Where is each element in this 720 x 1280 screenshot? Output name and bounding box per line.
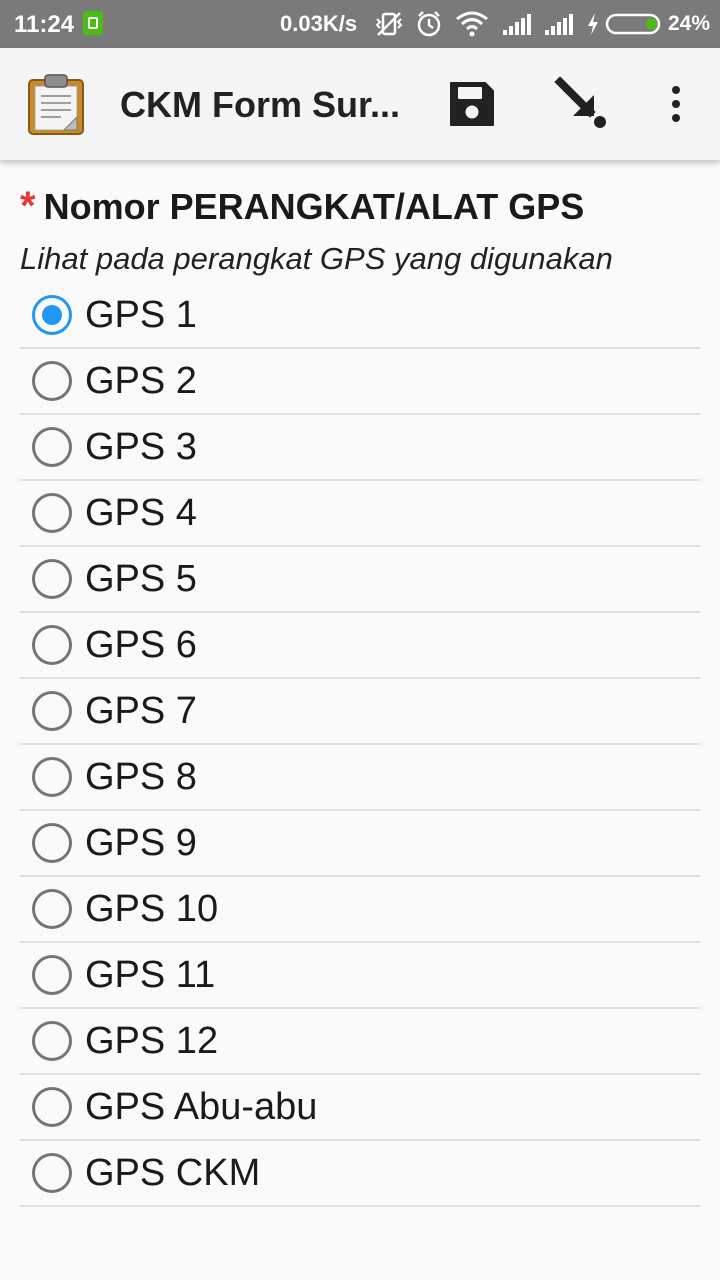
option-label: GPS 7 xyxy=(85,689,197,732)
option-label: GPS 2 xyxy=(85,359,197,402)
radio-option[interactable]: GPS 5 xyxy=(20,547,700,613)
charging-icon xyxy=(584,10,602,38)
option-label: GPS 10 xyxy=(85,887,219,930)
form-content: * Nomor PERANGKAT/ALAT GPS Lihat pada per… xyxy=(20,160,700,1207)
radio-button[interactable] xyxy=(32,361,72,401)
radio-button[interactable] xyxy=(32,889,72,929)
option-label: GPS CKM xyxy=(85,1151,261,1194)
radio-option[interactable]: GPS 9 xyxy=(20,811,700,877)
radio-option[interactable]: GPS Abu-abu xyxy=(20,1075,700,1141)
battery-icon xyxy=(604,10,664,38)
option-label: GPS 8 xyxy=(85,755,197,798)
save-icon[interactable] xyxy=(442,74,502,134)
radio-option[interactable]: GPS 11 xyxy=(20,943,700,1009)
network-speed: 0.03K/s xyxy=(280,11,358,36)
radio-button[interactable] xyxy=(32,691,72,731)
wifi-icon xyxy=(454,10,490,38)
vibrate-off-icon xyxy=(372,10,406,38)
radio-button[interactable] xyxy=(32,757,72,797)
option-label: GPS 9 xyxy=(85,821,197,864)
notification-icon xyxy=(83,11,103,35)
radio-option[interactable]: GPS 4 xyxy=(20,481,700,547)
clipboard-app-icon xyxy=(26,72,86,136)
app-bar: CKM Form Sur... xyxy=(0,48,720,160)
status-time: 11:24 xyxy=(14,11,75,38)
radio-group: GPS 1 GPS 2 GPS 3 GPS 4 GPS 5 GPS 6 GPS … xyxy=(20,283,700,1207)
question-label: * Nomor PERANGKAT/ALAT GPS xyxy=(20,184,700,229)
option-label: GPS Abu-abu xyxy=(85,1085,318,1128)
option-label: GPS 11 xyxy=(85,953,216,996)
radio-option[interactable]: GPS 1 xyxy=(20,283,700,349)
radio-option[interactable]: GPS 8 xyxy=(20,745,700,811)
option-label: GPS 4 xyxy=(85,491,197,534)
option-label: GPS 12 xyxy=(85,1019,219,1062)
radio-button[interactable] xyxy=(32,1021,72,1061)
radio-button[interactable] xyxy=(32,1087,72,1127)
radio-option[interactable]: GPS 12 xyxy=(20,1009,700,1075)
radio-button[interactable] xyxy=(32,295,72,335)
radio-option[interactable]: GPS 7 xyxy=(20,679,700,745)
radio-button[interactable] xyxy=(32,625,72,665)
radio-option[interactable]: GPS 2 xyxy=(20,349,700,415)
radio-button[interactable] xyxy=(32,1153,72,1193)
option-label: GPS 5 xyxy=(85,557,197,600)
option-label: GPS 6 xyxy=(85,623,197,666)
radio-button[interactable] xyxy=(32,823,72,863)
radio-button[interactable] xyxy=(32,955,72,995)
alarm-icon xyxy=(414,10,444,38)
signal-icon xyxy=(500,10,534,38)
radio-button[interactable] xyxy=(32,427,72,467)
radio-option[interactable]: GPS 3 xyxy=(20,415,700,481)
question-text: Nomor PERANGKAT/ALAT GPS xyxy=(43,186,585,227)
radio-option[interactable]: GPS 6 xyxy=(20,613,700,679)
radio-button[interactable] xyxy=(32,559,72,599)
jump-icon[interactable] xyxy=(552,74,612,134)
question-hint: Lihat pada perangkat GPS yang digunakan xyxy=(20,241,613,276)
radio-button[interactable] xyxy=(32,493,72,533)
radio-option[interactable]: GPS 10 xyxy=(20,877,700,943)
battery-percent: 24% xyxy=(668,12,711,35)
radio-option[interactable]: GPS CKM xyxy=(20,1141,700,1207)
option-label: GPS 1 xyxy=(85,293,197,336)
overflow-menu-icon[interactable] xyxy=(646,74,706,134)
app-title: CKM Form Sur... xyxy=(120,84,401,125)
signal-icon xyxy=(542,10,576,38)
required-marker: * xyxy=(20,184,36,228)
status-bar: 11:24 0.03K/s 24% xyxy=(0,0,720,48)
option-label: GPS 3 xyxy=(85,425,197,468)
